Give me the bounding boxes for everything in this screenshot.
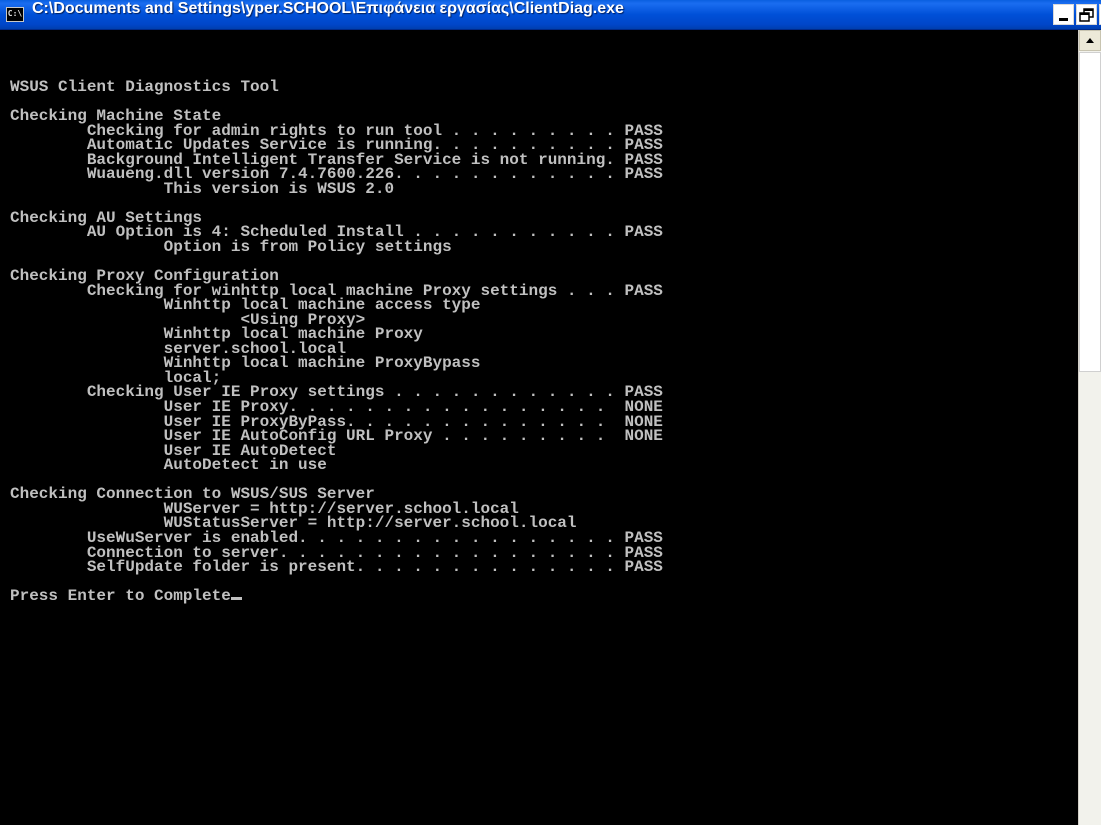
console-line: Press Enter to Complete: [10, 587, 231, 606]
vertical-scrollbar[interactable]: [1078, 30, 1101, 825]
console-line: AutoDetect in use: [163, 456, 327, 475]
scroll-up-arrow-icon: [1086, 38, 1094, 43]
scrollbar-thumb[interactable]: [1079, 52, 1101, 372]
maximize-button[interactable]: [1076, 4, 1097, 25]
title-bar[interactable]: C:\ C:\Documents and Settings\yper.SCHOO…: [0, 0, 1101, 30]
console-window: C:\ C:\Documents and Settings\yper.SCHOO…: [0, 0, 1101, 825]
console-line: WSUS Client Diagnostics Tool: [10, 78, 279, 96]
console-line: SelfUpdate folder is present. . . . . . …: [86, 558, 663, 577]
console-lines: WSUS Client Diagnostics Tool Checking Ma…: [10, 78, 663, 605]
text-cursor: [230, 597, 242, 601]
console-line: Option is from Policy settings: [163, 238, 452, 257]
console-app-icon[interactable]: C:\: [6, 7, 24, 22]
console-line: This version is WSUS 2.0: [163, 179, 395, 198]
scroll-up-button[interactable]: [1079, 30, 1101, 51]
window-title: C:\Documents and Settings\yper.SCHOOL\Επ…: [32, 0, 624, 17]
minimize-icon: [1059, 18, 1068, 21]
minimize-button[interactable]: [1053, 4, 1074, 25]
console-text: WSUS Client Diagnostics Tool Checking Ma…: [10, 78, 663, 605]
maximize-icon: [1079, 8, 1094, 22]
console-output[interactable]: WSUS Client Diagnostics Tool Checking Ma…: [0, 30, 1078, 825]
